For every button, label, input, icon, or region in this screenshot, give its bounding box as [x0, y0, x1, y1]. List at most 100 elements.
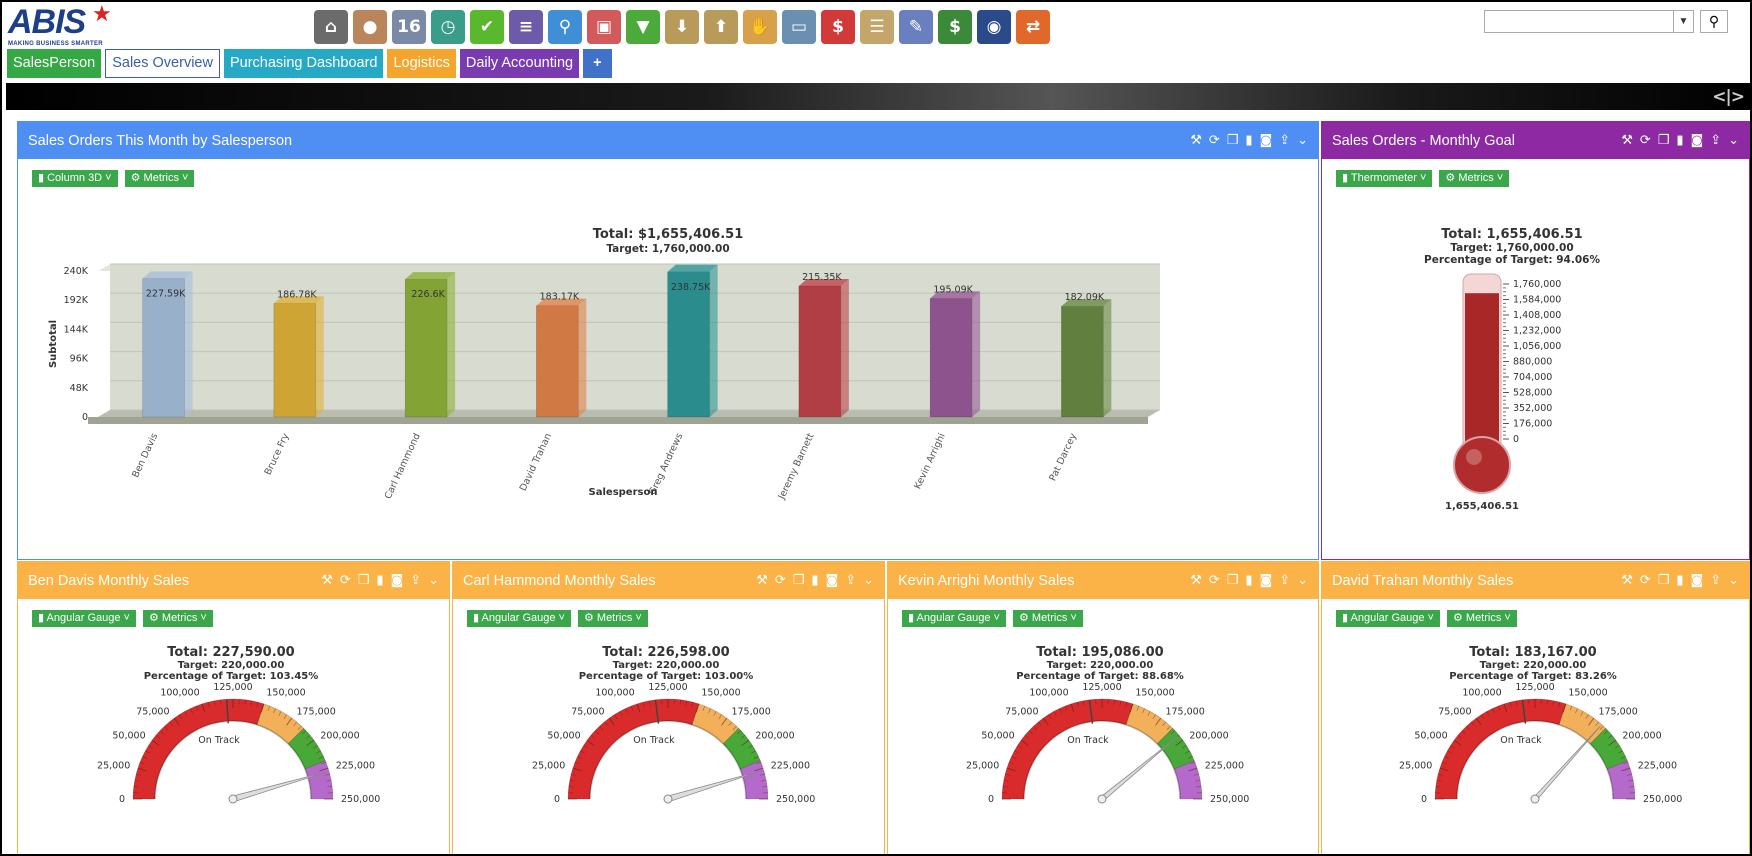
panel-header: Sales Orders This Month by Salesperson ⚒ ⟳…: [18, 122, 1318, 159]
inbox-download-button[interactable]: ⬇: [665, 10, 699, 44]
wrench-icon[interactable]: ⚒: [1621, 573, 1633, 588]
copy-icon[interactable]: ❐: [1227, 573, 1239, 588]
export-icon[interactable]: ⇪: [1710, 133, 1721, 148]
refresh-icon[interactable]: ⟳: [1640, 133, 1651, 148]
gauge-tick-label: 125,000: [1082, 682, 1121, 693]
trash-icon[interactable]: ▮: [1245, 573, 1252, 588]
trash-icon[interactable]: ▮: [1676, 573, 1683, 588]
cash-button[interactable]: $: [938, 10, 972, 44]
refresh-icon[interactable]: ⟳: [340, 573, 351, 588]
wrench-icon[interactable]: ⚒: [1190, 573, 1202, 588]
trash-icon[interactable]: ▮: [811, 573, 818, 588]
user-button[interactable]: ●: [353, 10, 387, 44]
wrench-icon[interactable]: ⚒: [1621, 133, 1633, 148]
collapse-icon[interactable]: ⌄: [1728, 573, 1739, 588]
export-icon[interactable]: ⇪: [845, 573, 856, 588]
collapse-icon[interactable]: ⌄: [1728, 133, 1739, 148]
gauge-tick-label: 100,000: [595, 687, 634, 698]
collapse-icon[interactable]: ⌄: [1297, 573, 1308, 588]
copy-icon[interactable]: ❐: [1658, 133, 1670, 148]
y-axis-title: Subtotal: [48, 320, 59, 368]
metrics-label: ⚙ Metrics ˅: [1452, 612, 1511, 624]
camera-icon[interactable]: ◙: [1691, 573, 1704, 588]
tab-sales-overview[interactable]: Sales Overview: [105, 49, 220, 78]
search-button[interactable]: ⚲: [1700, 10, 1728, 33]
export-icon[interactable]: ⇪: [1279, 573, 1290, 588]
metrics-dropdown[interactable]: ⚙ Metrics ˅: [1446, 610, 1517, 627]
metrics-dropdown[interactable]: ⚙ Metrics ˅: [577, 610, 648, 627]
camera-icon[interactable]: ◙: [1260, 573, 1273, 588]
search-dropdown-icon[interactable]: ▼: [1673, 11, 1693, 32]
export-icon[interactable]: ⇪: [410, 573, 421, 588]
refresh-icon[interactable]: ⟳: [775, 573, 786, 588]
y-tick-label: 96K: [70, 354, 89, 365]
tab-salesperson[interactable]: SalesPerson: [7, 49, 102, 78]
metrics-dropdown[interactable]: ⚙ Metrics ˅: [142, 610, 213, 627]
dollar-bubble-button[interactable]: $: [821, 10, 855, 44]
bar-side: [578, 298, 587, 417]
collapse-toggle-icon[interactable]: <|>: [1712, 87, 1745, 107]
magnifier-button[interactable]: ⚲: [548, 10, 582, 44]
trash-icon[interactable]: ▮: [1245, 133, 1252, 148]
tab-logistics[interactable]: Logistics: [387, 49, 456, 78]
gauge-tick-label: 225,000: [1205, 761, 1244, 772]
metrics-dropdown[interactable]: ⚙ Metrics ˅: [124, 170, 195, 187]
chart-type-dropdown[interactable]: ▮ Thermometer ˅: [1336, 170, 1433, 187]
copy-icon[interactable]: ❐: [793, 573, 805, 588]
refresh-icon[interactable]: ⟳: [1209, 133, 1220, 148]
register-button[interactable]: ≡: [509, 10, 543, 44]
refresh-icon[interactable]: ⟳: [1640, 573, 1651, 588]
camera-icon[interactable]: ◙: [826, 573, 839, 588]
search-input[interactable]: ▼: [1484, 10, 1694, 33]
copy-icon[interactable]: ❐: [358, 573, 370, 588]
monitor-button[interactable]: ▭: [782, 10, 816, 44]
basket-button[interactable]: ▼: [626, 10, 660, 44]
refresh-icon[interactable]: ⟳: [1209, 573, 1220, 588]
export-icon[interactable]: ⇪: [1710, 573, 1721, 588]
bank-button[interactable]: ⌂: [314, 10, 348, 44]
camera-icon[interactable]: ◙: [1691, 133, 1704, 148]
collapse-icon[interactable]: ⌄: [428, 573, 439, 588]
camera-icon[interactable]: ◙: [391, 573, 404, 588]
x-tick-label: Jeremy Barnett: [776, 431, 817, 502]
gauge-tick-label: 25,000: [966, 761, 999, 772]
metrics-dropdown[interactable]: ⚙ Metrics ˅: [1012, 610, 1083, 627]
gauge-tick-label: 250,000: [776, 794, 815, 805]
tab-purchasing-dashboard[interactable]: Purchasing Dashboard: [223, 49, 384, 78]
hand-coins-button[interactable]: ✋: [743, 10, 777, 44]
clock-button[interactable]: ◷: [431, 10, 465, 44]
globe-button[interactable]: ◉: [977, 10, 1011, 44]
truck-button[interactable]: ▣: [587, 10, 621, 44]
abis-logo[interactable]: ABIS ★ MAKING BUSINESS SMARTER: [8, 2, 118, 49]
pencil-ruler-button[interactable]: ✎: [899, 10, 933, 44]
chart-type-dropdown[interactable]: ▮ Angular Gauge ˅: [32, 610, 136, 627]
wrench-icon[interactable]: ⚒: [321, 573, 333, 588]
wrench-icon[interactable]: ⚒: [756, 573, 768, 588]
gauge-tick-label: 250,000: [1643, 794, 1682, 805]
camera-icon[interactable]: ◙: [1260, 133, 1273, 148]
copy-icon[interactable]: ❐: [1658, 573, 1670, 588]
clipboard-button[interactable]: ☰: [860, 10, 894, 44]
collapse-icon[interactable]: ⌄: [1297, 133, 1308, 148]
chart-type-dropdown[interactable]: ▮ Angular Gauge ˅: [1336, 610, 1440, 627]
add-tab-button[interactable]: +: [583, 49, 612, 78]
trash-icon[interactable]: ▮: [376, 573, 383, 588]
chart-type-dropdown[interactable]: ▮ Angular Gauge ˅: [902, 610, 1006, 627]
metrics-dropdown[interactable]: ⚙ Metrics ˅: [1439, 170, 1510, 187]
chart-type-dropdown[interactable]: ▮ Angular Gauge ˅: [467, 610, 571, 627]
checkmark-button[interactable]: ✔: [470, 10, 504, 44]
star-icon: ★: [92, 1, 112, 26]
export-icon[interactable]: ⇪: [1279, 133, 1290, 148]
y-tick-label: 240K: [64, 266, 89, 277]
tab-daily-accounting[interactable]: Daily Accounting: [459, 49, 580, 78]
sync-arrows-button[interactable]: ⇄: [1016, 10, 1050, 44]
trash-icon[interactable]: ▮: [1676, 133, 1683, 148]
calendar-button[interactable]: 16: [392, 10, 426, 44]
outbox-upload-button[interactable]: ⬆: [704, 10, 738, 44]
panel-body: Total: $1,655,406.51 Target: 1,760,000.00…: [18, 159, 1318, 559]
wrench-icon[interactable]: ⚒: [1190, 133, 1202, 148]
chart-type-dropdown[interactable]: ▮ Column 3D ˅: [32, 170, 118, 187]
gauge-tick-label: 25,000: [1399, 761, 1432, 772]
copy-icon[interactable]: ❐: [1227, 133, 1239, 148]
collapse-icon[interactable]: ⌄: [863, 573, 874, 588]
